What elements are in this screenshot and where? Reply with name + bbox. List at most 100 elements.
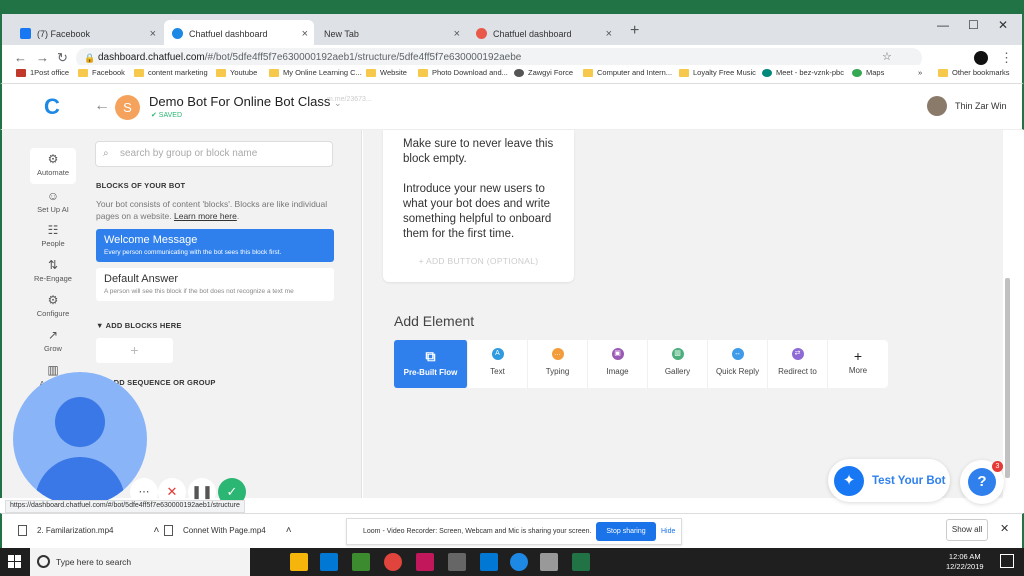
scrollbar[interactable] (1005, 278, 1010, 478)
bookmark-item[interactable]: 1Post office (16, 68, 69, 77)
help-icon: ? (968, 468, 996, 496)
nav-automate[interactable]: ⚙ Automate (30, 148, 76, 184)
close-icon[interactable]: × (150, 28, 156, 40)
windows-start-icon[interactable] (8, 555, 21, 568)
bookmark-item[interactable]: Meet - bez-vznk-pbc (762, 68, 844, 77)
chrome-icon[interactable] (384, 553, 402, 571)
file-explorer-icon[interactable] (290, 553, 308, 571)
forward-arrow-icon[interactable]: → (36, 50, 49, 65)
bookmark-item[interactable]: My Online Learning C... (269, 68, 362, 77)
pre-built-flow-button[interactable]: ⧉ Pre-Built Flow (394, 340, 468, 388)
bookmarks-bar: 1Post office Facebook content marketing … (0, 65, 1024, 84)
reload-icon[interactable]: ↻ (57, 50, 68, 66)
nav-grow[interactable]: ↗ Grow (30, 328, 76, 353)
tab-facebook[interactable]: (7) Facebook × (12, 20, 162, 47)
new-tab-button[interactable]: + (630, 22, 639, 40)
redirect-element-button[interactable]: ⇄ Redirect to (768, 340, 828, 388)
bookmark-item[interactable]: Zawgyi Force (514, 68, 573, 77)
search-icon (37, 555, 50, 568)
close-icon[interactable]: × (606, 28, 612, 40)
bookmark-item[interactable]: Loyalty Free Music (679, 68, 756, 77)
test-your-bot-button[interactable]: ✦ Test Your Bot (828, 459, 950, 502)
add-sequence-heading[interactable]: ADD SEQUENCE OR GROUP (108, 378, 216, 387)
tab-chatfuel-dashboard[interactable]: Chatfuel dashboard × (164, 20, 314, 47)
bot-name[interactable]: Demo Bot For Online Bot Class ⌄ (149, 94, 342, 109)
taskbar-clock[interactable]: 12:06 AM 12/22/2019 (946, 552, 984, 572)
minimize-button[interactable]: — (937, 18, 949, 32)
user-menu[interactable]: Thin Zar Win (927, 96, 1007, 116)
add-blocks-heading[interactable]: ▼ ADD BLOCKS HERE (96, 321, 182, 330)
close-icon[interactable]: ✕ (1000, 522, 1009, 535)
nav-re-engage[interactable]: ⇅ Re-Engage (30, 258, 76, 283)
user-silhouette-body (35, 457, 125, 506)
chatfuel-logo[interactable]: C (44, 94, 60, 120)
bookmark-item[interactable]: Photo Download and... (418, 68, 508, 77)
hide-button[interactable]: Hide (661, 519, 675, 544)
bookmark-item[interactable]: Computer and Intern... (583, 68, 672, 77)
tab-chatfuel-dashboard-2[interactable]: Chatfuel dashboard × (468, 20, 618, 47)
taskbar-search[interactable]: Type here to search (30, 548, 250, 576)
notification-badge: 3 (992, 461, 1003, 472)
flow-icon: ⧉ (425, 348, 436, 364)
maximize-button[interactable]: ☐ (968, 18, 979, 32)
block-default-answer[interactable]: Default Answer A person will see this bl… (96, 268, 334, 301)
help-button[interactable]: ? 3 (960, 460, 1004, 504)
chatfuel-icon (172, 28, 183, 39)
typing-element-button[interactable]: … Typing (528, 340, 588, 388)
tab-new-tab[interactable]: New Tab × (316, 20, 466, 47)
camtasia-icon[interactable] (352, 553, 370, 571)
stop-sharing-button[interactable]: Stop sharing (596, 522, 656, 541)
bookmark-item[interactable]: Other bookmarks (938, 68, 1010, 77)
close-icon[interactable]: × (302, 28, 308, 40)
bookmark-item[interactable]: Website (366, 68, 407, 77)
messenger-link[interactable]: m.me/23673... (327, 96, 372, 103)
image-element-button[interactable]: ▣ Image (588, 340, 648, 388)
chatfuel-icon (476, 28, 487, 39)
profile-icon[interactable] (974, 51, 988, 65)
excel-icon[interactable] (572, 553, 590, 571)
text-element-button[interactable]: A Text (468, 340, 528, 388)
learn-more-link[interactable]: Learn more here (174, 211, 237, 221)
download-item[interactable]: Connet With Page.mp4 ˄ (164, 525, 292, 536)
back-arrow-icon[interactable]: ← (94, 97, 110, 115)
more-element-button[interactable]: + More (828, 340, 888, 388)
bookmarks-overflow-icon[interactable]: » (918, 68, 922, 77)
download-item[interactable]: 2. Familarization.mp4 ˄ (18, 525, 159, 536)
close-icon[interactable]: × (454, 28, 460, 40)
text-card[interactable]: Make sure to never leave this block empt… (383, 130, 574, 282)
edge-icon[interactable] (510, 553, 528, 571)
show-all-button[interactable]: Show all (946, 519, 988, 541)
search-input[interactable]: ⌕ search by group or block name (95, 141, 333, 167)
quick-reply-element-button[interactable]: ↔ Quick Reply (708, 340, 768, 388)
app-icon[interactable] (416, 553, 434, 571)
notification-center-icon[interactable] (1000, 554, 1014, 568)
bookmark-item[interactable]: Facebook (78, 68, 125, 77)
nav-people[interactable]: ☷ People (30, 223, 76, 248)
avatar (927, 96, 947, 116)
mail-icon[interactable] (480, 553, 498, 571)
add-button-optional[interactable]: + ADD BUTTON (OPTIONAL) (383, 256, 574, 266)
messenger-icon: ✦ (834, 465, 864, 496)
app-header: C ← S Demo Bot For Online Bot Class ⌄ ✔ … (0, 84, 1024, 130)
app-icon[interactable] (540, 553, 558, 571)
ai-icon: ☺ (46, 189, 60, 203)
window-close-button[interactable]: ✕ (998, 18, 1008, 32)
bookmark-item[interactable]: Maps (852, 68, 884, 77)
back-arrow-icon[interactable]: ← (14, 50, 27, 65)
webcam-bubble[interactable] (13, 372, 147, 506)
nav-set-up-ai[interactable]: ☺ Set Up AI (30, 189, 76, 214)
photos-icon[interactable] (448, 553, 466, 571)
gallery-element-button[interactable]: ▥ Gallery (648, 340, 708, 388)
add-block-button[interactable]: + (96, 338, 173, 363)
quick-reply-icon: ↔ (731, 348, 744, 360)
status-bar-url: https://dashboard.chatfuel.com/#/bot/5df… (5, 500, 245, 513)
block-welcome-message[interactable]: Welcome Message Every person communicati… (96, 229, 334, 262)
card-text[interactable]: Make sure to never leave this block empt… (403, 137, 563, 242)
image-icon: ▣ (611, 348, 624, 360)
menu-icon[interactable]: ⋮ (1000, 50, 1013, 66)
store-icon[interactable] (320, 553, 338, 571)
nav-configure[interactable]: ⚙ Configure (30, 293, 76, 318)
bookmark-item[interactable]: content marketing (134, 68, 208, 77)
star-icon[interactable]: ☆ (882, 50, 892, 63)
bookmark-item[interactable]: Youtube (216, 68, 257, 77)
